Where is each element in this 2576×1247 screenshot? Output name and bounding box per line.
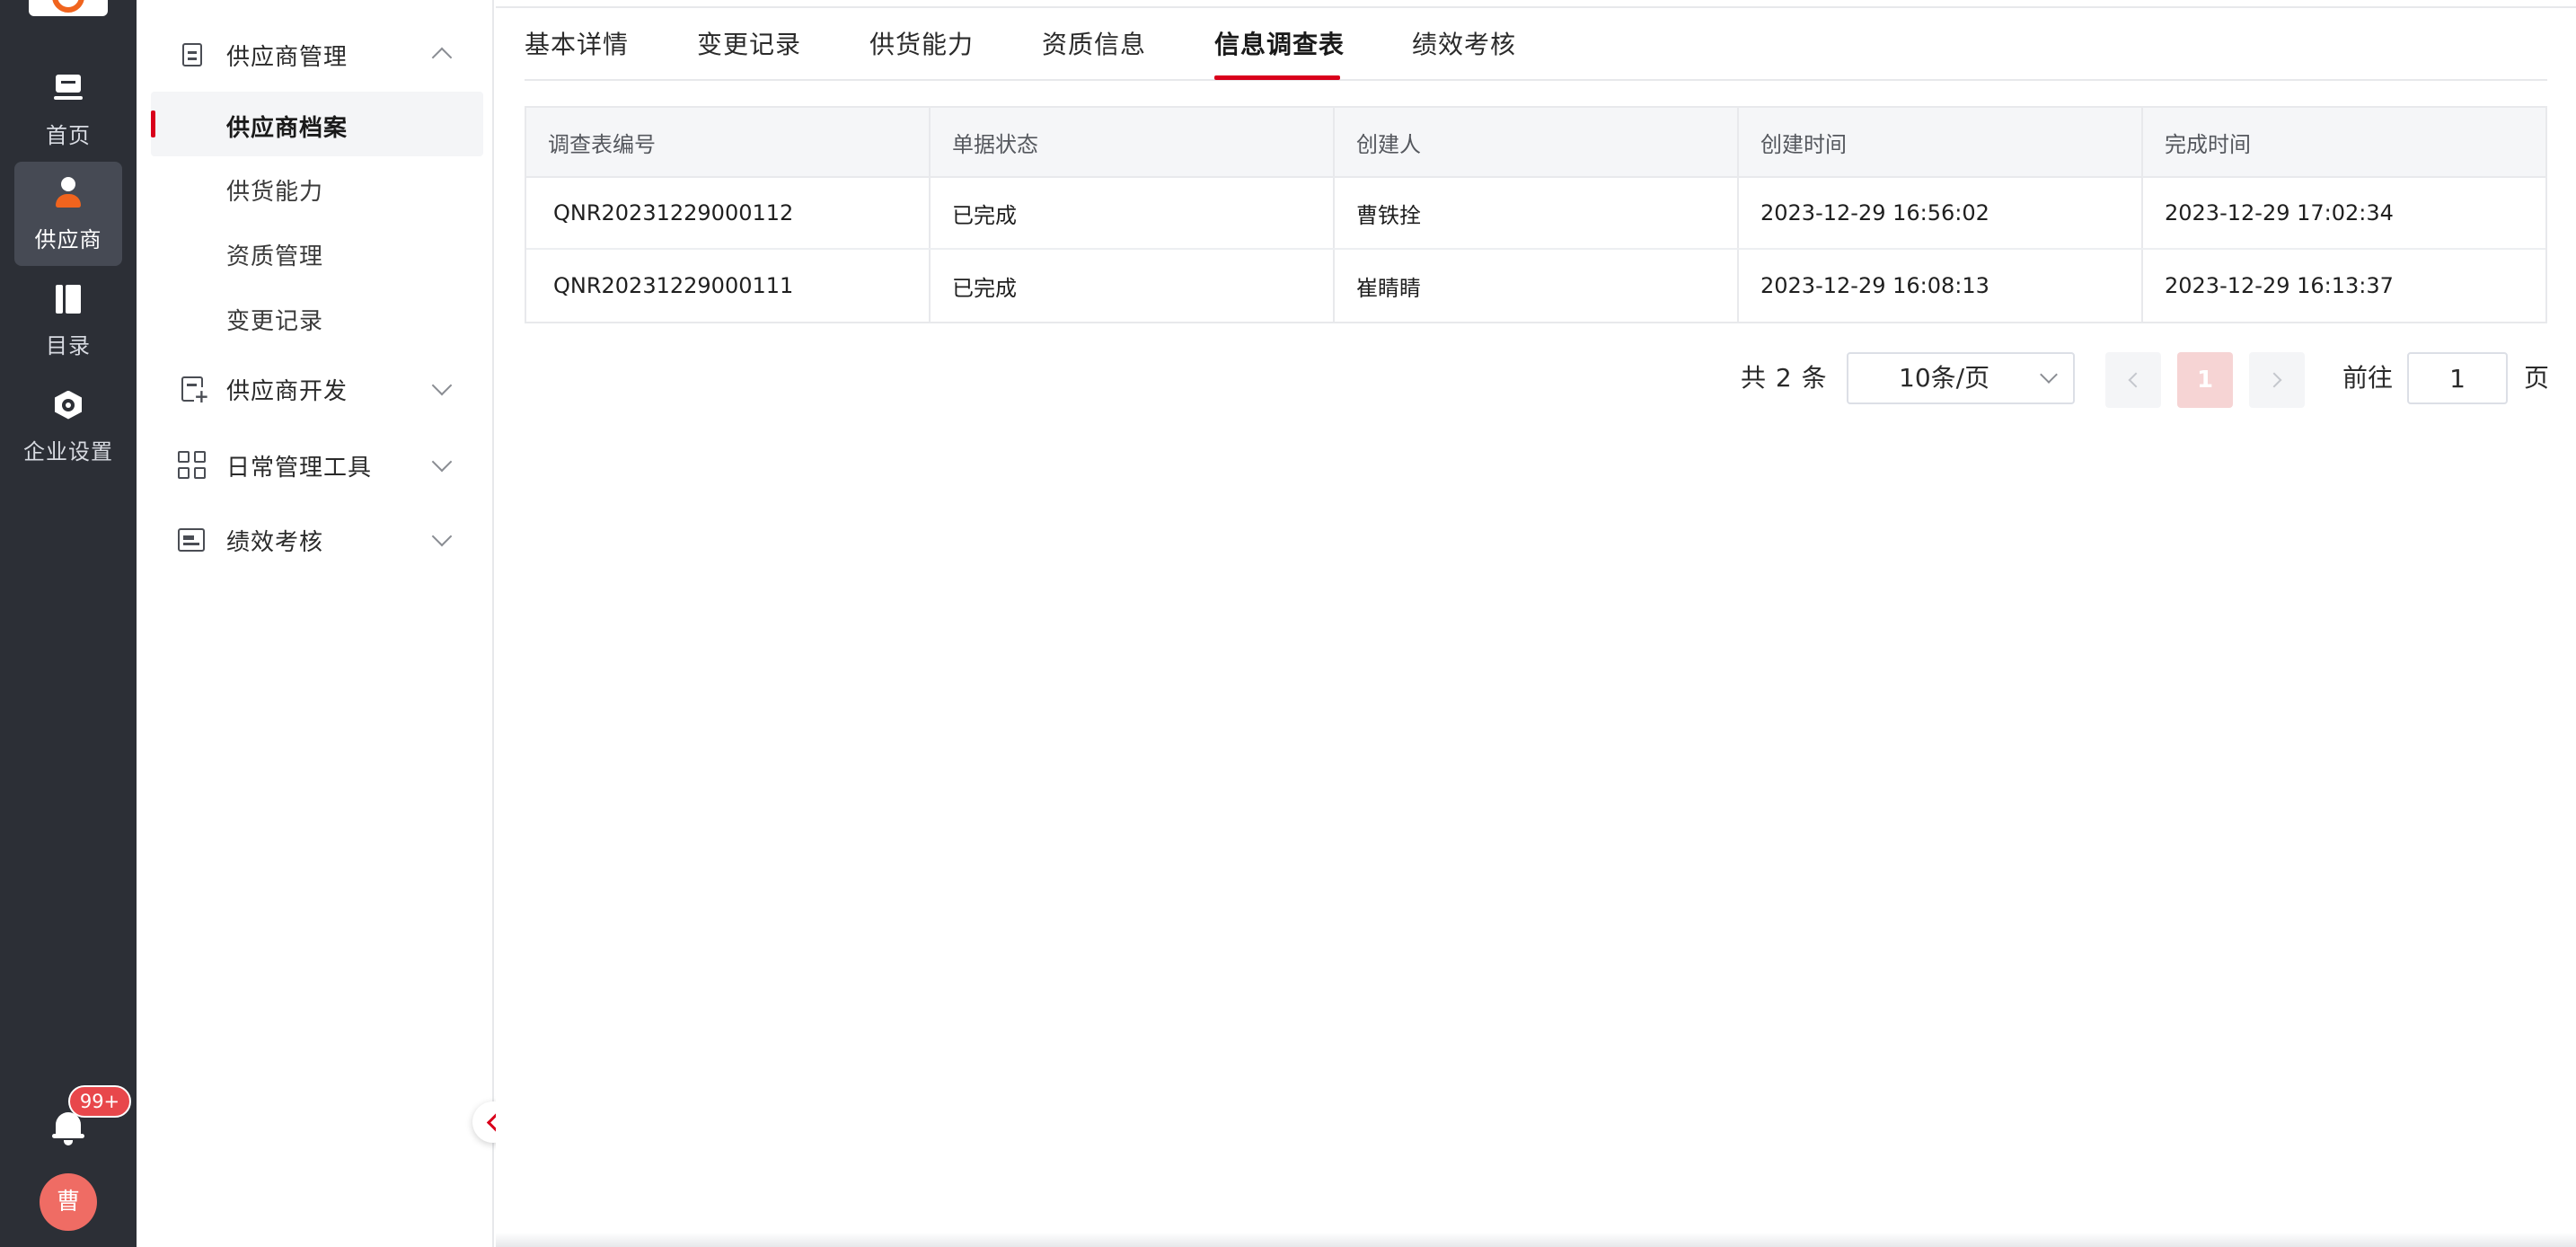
rail-item-label: 企业设置	[23, 438, 113, 464]
prev-page-button[interactable]	[2105, 352, 2161, 408]
column-header: 创建人	[1335, 108, 1739, 176]
rail-item-supplier[interactable]: 供应商	[14, 162, 122, 266]
table-cell-status: 已完成	[931, 250, 1335, 322]
sidebar-group-supplier-management[interactable]: 供应商管理	[137, 30, 494, 80]
column-header: 单据状态	[931, 108, 1335, 176]
tab-supply-capacity[interactable]: 供货能力	[869, 25, 974, 61]
chevron-up-icon	[431, 47, 453, 68]
active-tab-indicator	[1214, 75, 1340, 80]
rail-item-home[interactable]: 首页	[14, 57, 122, 162]
sidebar-group-performance[interactable]: 绩效考核	[137, 515, 494, 565]
tab-performance[interactable]: 绩效考核	[1412, 25, 1516, 61]
main-content: 基本详情 变更记录 供货能力 资质信息 信息调查表 绩效考核 调查表编号 单据状…	[496, 0, 2576, 1247]
tab-bar: 基本详情 变更记录 供货能力 资质信息 信息调查表 绩效考核	[525, 25, 2547, 81]
notification-badge: 99+	[68, 1085, 131, 1118]
current-page-button[interactable]: 1	[2177, 352, 2233, 408]
sidebar-item-change-record[interactable]: 变更记录	[226, 303, 323, 336]
sidebar-item-supplier-profile[interactable]: 供应商档案	[226, 110, 348, 143]
table-header: 调查表编号 单据状态 创建人 创建时间 完成时间	[526, 108, 2545, 178]
pagination-total: 共 2 条	[1741, 363, 1828, 393]
supplier-icon	[50, 175, 86, 211]
goto-label: 前往	[2342, 363, 2394, 393]
sidebar-group-label: 供应商管理	[226, 43, 348, 71]
page-suffix: 页	[2524, 363, 2550, 393]
tab-info-survey[interactable]: 信息调查表	[1214, 25, 1345, 61]
add-document-icon	[181, 376, 209, 405]
chevron-down-icon	[431, 375, 453, 396]
survey-number-link[interactable]: QNR20231229000112	[526, 178, 931, 248]
sidebar-group-label: 供应商开发	[226, 377, 348, 405]
catalog-icon	[50, 281, 86, 317]
survey-number-link[interactable]: QNR20231229000111	[526, 250, 931, 322]
table-cell-created-time: 2023-12-29 16:56:02	[1739, 178, 2143, 248]
rail-item-catalog[interactable]: 目录	[14, 268, 122, 372]
page-size-select[interactable]: 10条/页	[1847, 352, 2075, 404]
table-row: QNR20231229000111 已完成 崔睛睛 2023-12-29 16:…	[526, 250, 2545, 322]
column-header: 完成时间	[2165, 131, 2251, 157]
home-icon	[50, 71, 86, 107]
rail-item-enterprise-settings[interactable]: 企业设置	[14, 374, 122, 478]
survey-table: 调查表编号 单据状态 创建人 创建时间 完成时间 QNR202312290001…	[525, 106, 2547, 323]
sidebar-group-label: 绩效考核	[226, 528, 324, 556]
sidebar-group-daily-tools[interactable]: 日常管理工具	[137, 440, 494, 491]
table-cell-status: 已完成	[931, 178, 1335, 248]
tab-qualification-info[interactable]: 资质信息	[1042, 25, 1146, 61]
table-cell-creator: 崔睛睛	[1335, 250, 1739, 322]
bottom-shadow	[496, 1233, 2576, 1247]
page-size-value: 10条/页	[1899, 363, 1990, 393]
table-cell-completed-time: 2023-12-29 17:02:34	[2165, 200, 2394, 226]
rail-item-label: 首页	[46, 122, 91, 148]
sidebar-item-qualification-management[interactable]: 资质管理	[226, 238, 323, 271]
active-indicator	[151, 111, 155, 137]
sidebar-group-supplier-development[interactable]: 供应商开发	[137, 364, 494, 414]
header-divider	[496, 0, 2576, 8]
rail-item-label: 目录	[46, 332, 91, 358]
goto-page-input[interactable]	[2407, 352, 2508, 404]
app-rail: 首页 供应商 目录 企业设置 99+ 曹	[0, 0, 137, 1247]
table-cell-completed-time: 2023-12-29 16:13:37	[2165, 273, 2394, 298]
table-cell-created-time: 2023-12-29 16:08:13	[1739, 250, 2143, 322]
chevron-down-icon	[431, 451, 453, 473]
table-row: QNR20231229000112 已完成 曹铁拴 2023-12-29 16:…	[526, 178, 2545, 250]
app-logo[interactable]	[29, 0, 108, 16]
avatar[interactable]: 曹	[40, 1173, 97, 1231]
column-header: 调查表编号	[526, 108, 931, 176]
tab-basic-details[interactable]: 基本详情	[525, 25, 629, 61]
enterprise-settings-icon	[50, 387, 86, 423]
chevron-down-icon	[431, 526, 453, 547]
sidebar-item-supply-capacity[interactable]: 供货能力	[226, 173, 323, 207]
column-header: 创建时间	[1739, 108, 2143, 176]
next-page-button[interactable]	[2249, 352, 2305, 408]
tab-change-record[interactable]: 变更记录	[697, 25, 801, 61]
sidebar: 供应商管理 供应商档案 供货能力 资质管理 变更记录 供应商开发 日常管理工具 …	[137, 0, 494, 1247]
sidebar-group-label: 日常管理工具	[226, 454, 373, 482]
chevron-down-icon	[2040, 366, 2058, 384]
table-cell-creator: 曹铁拴	[1335, 178, 1739, 248]
rail-item-label: 供应商	[34, 226, 102, 252]
card-icon	[178, 528, 205, 552]
document-icon	[182, 43, 202, 66]
grid-icon	[178, 451, 207, 480]
